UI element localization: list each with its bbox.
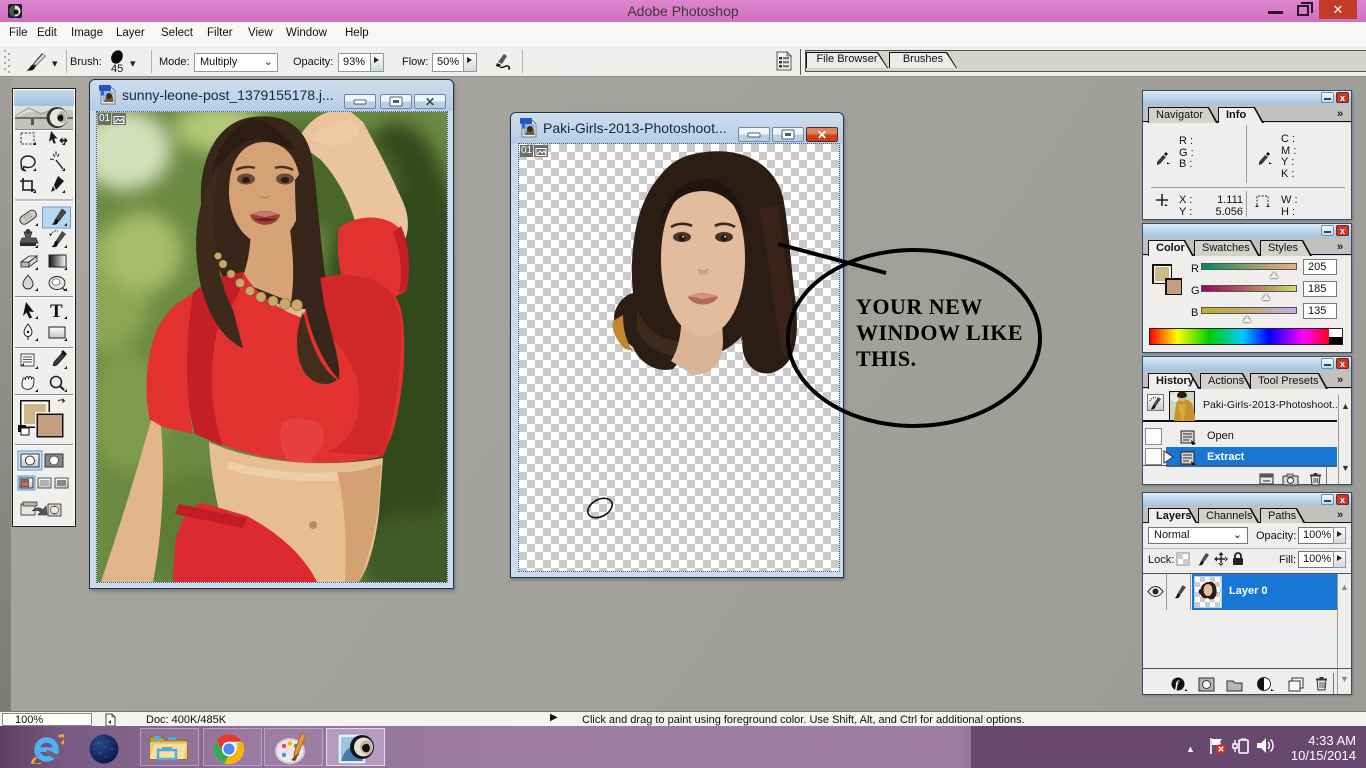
svg-text:✕: ✕ xyxy=(425,95,435,108)
svg-text:WINDOW LIKE: WINDOW LIKE xyxy=(856,320,1023,345)
svg-text:YOUR NEW: YOUR NEW xyxy=(856,294,983,319)
svg-text:THIS.: THIS. xyxy=(856,346,917,371)
svg-text:✕: ✕ xyxy=(817,128,827,141)
svg-text:T: T xyxy=(50,301,63,322)
